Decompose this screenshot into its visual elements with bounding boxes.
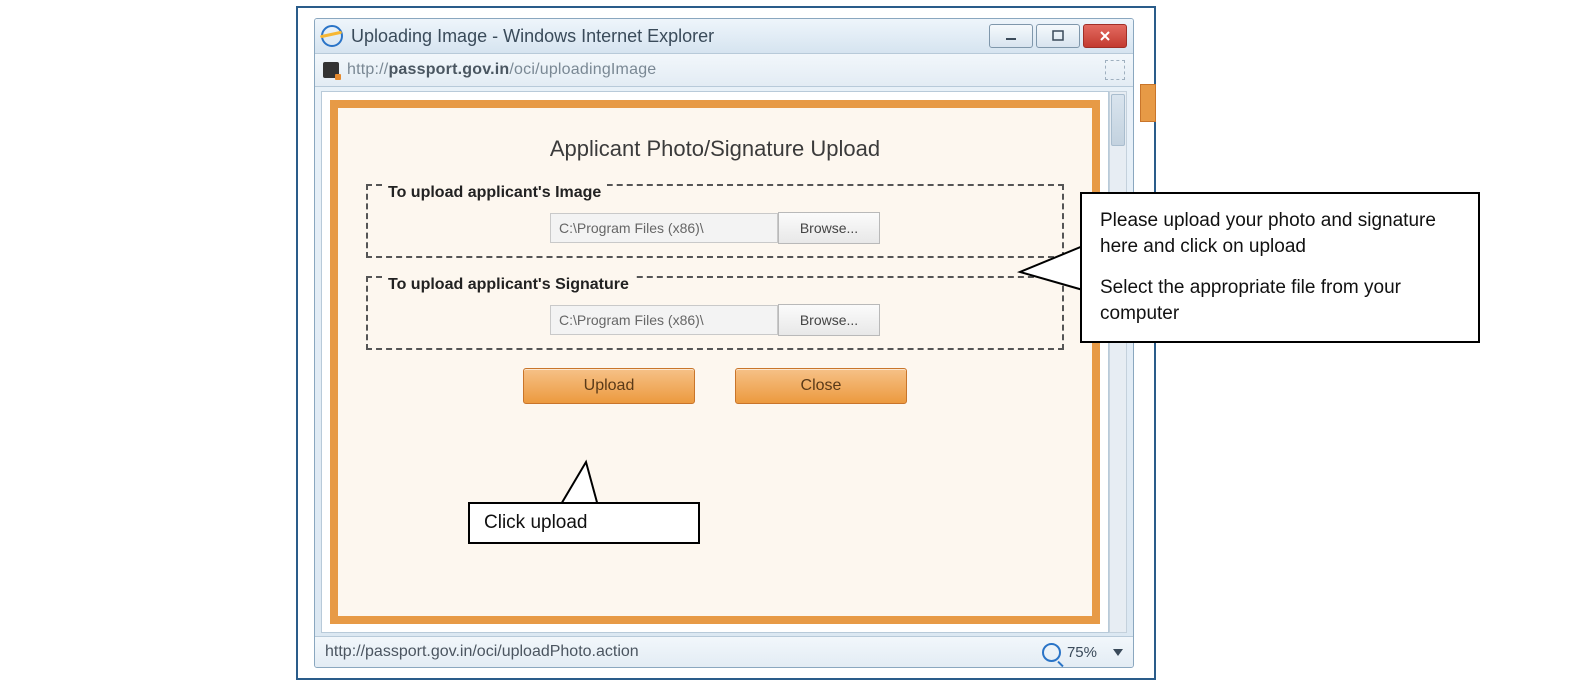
page-content: Applicant Photo/Signature Upload To uplo…: [330, 100, 1100, 624]
stage: Uploading Image - Windows Internet Explo…: [0, 0, 1584, 689]
maximize-icon: [1051, 29, 1065, 43]
signature-file-row: C:\Program Files (x86)\ Browse...: [382, 304, 1048, 336]
action-buttons-row: Upload Close: [338, 368, 1092, 404]
minimize-button[interactable]: [989, 24, 1033, 48]
instruction-callout-p1: Please upload your photo and signature h…: [1100, 208, 1460, 259]
minimize-icon: [1004, 29, 1018, 43]
signature-upload-legend: To upload applicant's Signature: [382, 276, 635, 294]
zoom-value: 75%: [1067, 644, 1097, 661]
signature-upload-fieldset: To upload applicant's Signature C:\Progr…: [366, 276, 1064, 350]
window-close-button[interactable]: [1083, 24, 1127, 48]
page-heading: Applicant Photo/Signature Upload: [338, 136, 1092, 162]
image-file-row: C:\Program Files (x86)\ Browse...: [382, 212, 1048, 244]
chevron-down-icon: [1113, 649, 1123, 656]
window-controls: [989, 24, 1127, 48]
site-favicon-icon: [323, 62, 339, 78]
vertical-scrollbar[interactable]: [1109, 91, 1127, 633]
compat-view-icon[interactable]: [1105, 60, 1125, 80]
magnifier-icon: [1042, 643, 1061, 662]
page-viewport: Applicant Photo/Signature Upload To uplo…: [321, 91, 1109, 633]
signature-file-path-display[interactable]: C:\Program Files (x86)\: [550, 305, 778, 335]
scrollbar-thumb[interactable]: [1111, 94, 1125, 146]
titlebar: Uploading Image - Windows Internet Explo…: [315, 19, 1133, 54]
upload-button[interactable]: Upload: [523, 368, 695, 404]
url-prefix: http://: [347, 61, 388, 78]
url-host: passport.gov.in: [388, 61, 509, 78]
address-bar[interactable]: http://passport.gov.in/oci/uploadingImag…: [315, 54, 1133, 87]
status-text: http://passport.gov.in/oci/uploadPhoto.a…: [325, 643, 639, 661]
signature-browse-button[interactable]: Browse...: [778, 304, 880, 336]
url-path: /oci/uploadingImage: [509, 61, 656, 78]
image-upload-legend: To upload applicant's Image: [382, 184, 607, 202]
ie-logo-icon: [321, 25, 343, 47]
address-url: http://passport.gov.in/oci/uploadingImag…: [347, 61, 656, 79]
window-title: Uploading Image - Windows Internet Explo…: [351, 26, 714, 47]
close-button[interactable]: Close: [735, 368, 907, 404]
image-file-path-display[interactable]: C:\Program Files (x86)\: [550, 213, 778, 243]
image-upload-fieldset: To upload applicant's Image C:\Program F…: [366, 184, 1064, 258]
status-bar: http://passport.gov.in/oci/uploadPhoto.a…: [315, 636, 1133, 667]
zoom-control[interactable]: 75%: [1042, 643, 1123, 662]
upload-hint-text: Click upload: [484, 512, 588, 533]
maximize-button[interactable]: [1036, 24, 1080, 48]
instruction-callout: Please upload your photo and signature h…: [1080, 192, 1480, 343]
instruction-callout-p2: Select the appropriate file from your co…: [1100, 275, 1460, 326]
upload-hint-callout: Click upload: [468, 502, 700, 544]
close-icon: [1098, 29, 1112, 43]
image-browse-button[interactable]: Browse...: [778, 212, 880, 244]
document-frame: Uploading Image - Windows Internet Explo…: [296, 6, 1156, 680]
background-tab-strip: [1140, 84, 1156, 122]
browser-window: Uploading Image - Windows Internet Explo…: [314, 18, 1134, 668]
